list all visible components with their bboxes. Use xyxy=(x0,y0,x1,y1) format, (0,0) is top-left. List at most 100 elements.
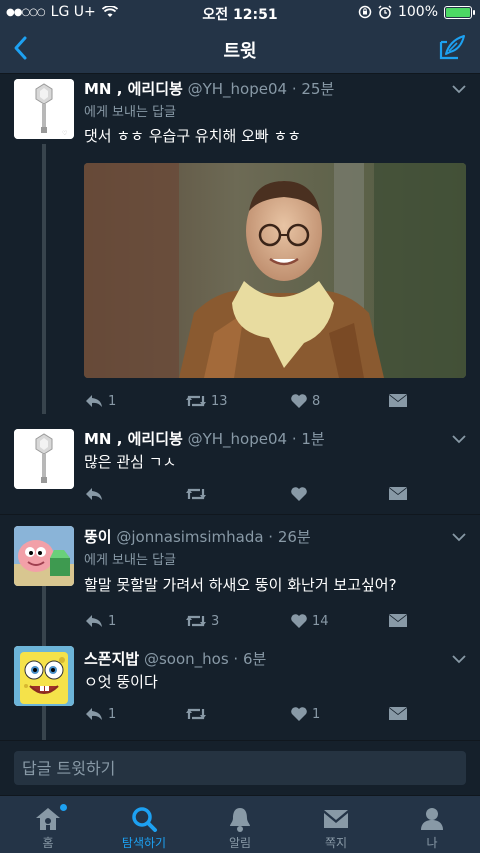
display-name[interactable]: MN , 에리디봉 xyxy=(84,80,183,98)
envelope-icon xyxy=(389,394,407,407)
handle-and-time: @soon_hos · 6분 xyxy=(143,650,267,668)
like-button[interactable]: 14 xyxy=(290,610,329,632)
reply-button[interactable]: 1 xyxy=(84,390,116,412)
retweet-icon xyxy=(186,615,206,627)
tab-notifications[interactable]: 알림 xyxy=(192,796,288,853)
search-icon xyxy=(132,807,157,832)
heart-icon xyxy=(291,394,307,408)
like-count: 8 xyxy=(312,393,321,409)
handle-and-time: @jonnasimsimhada · 26분 xyxy=(116,528,311,546)
tweet[interactable]: 스폰지밥 @soon_hos · 6분 ㅇ엇 뚱이다 1 1 xyxy=(0,644,480,740)
tweet[interactable]: MN , 에리디봉 @YH_hope04 · 1분 많은 관심 ㄱㅅ xyxy=(0,424,480,514)
reply-icon xyxy=(86,395,102,407)
reply-count: 1 xyxy=(108,613,117,629)
handle-and-time: @YH_hope04 · 1분 xyxy=(187,430,325,448)
envelope-icon xyxy=(389,614,407,627)
display-name[interactable]: 스폰지밥 xyxy=(84,650,139,668)
nav-bar: 트윗 xyxy=(0,24,480,74)
reply-button[interactable] xyxy=(84,483,104,505)
bottom-tab-bar: 홈 탐색하기 알림 쪽지 나 xyxy=(0,795,480,853)
rotation-lock-icon xyxy=(358,5,372,19)
thread-divider xyxy=(0,514,480,515)
tweet-actions: 1 13 8 xyxy=(84,390,424,412)
spongebob-avatar-image xyxy=(14,646,74,706)
retweet-button[interactable] xyxy=(185,483,207,505)
envelope-icon xyxy=(389,487,407,500)
tab-label: 쪽지 xyxy=(324,836,348,850)
reply-button[interactable]: 1 xyxy=(84,610,116,632)
tab-label: 홈 xyxy=(42,836,54,850)
dm-share-button[interactable] xyxy=(388,703,408,725)
tweet[interactable]: 뚱이 @jonnasimsimhada · 26분 에게 보내는 답글 할말 못… xyxy=(0,522,480,640)
retweet-icon xyxy=(186,708,206,720)
tweet-text: ㅇ엇 뚱이다 xyxy=(84,673,158,691)
heart-icon xyxy=(291,487,307,501)
tab-explore[interactable]: 탐색하기 xyxy=(96,796,192,853)
reply-icon xyxy=(86,615,102,627)
retweet-button[interactable]: 3 xyxy=(185,610,219,632)
tab-home[interactable]: 홈 xyxy=(0,796,96,853)
like-button[interactable]: 8 xyxy=(290,390,320,412)
retweet-button[interactable] xyxy=(185,703,207,725)
chevron-down-icon[interactable] xyxy=(452,434,466,444)
like-button[interactable]: 1 xyxy=(290,703,320,725)
battery-icon xyxy=(444,5,475,19)
tweet-actions: 1 1 xyxy=(84,703,424,725)
tweet-text: 많은 관심 ㄱㅅ xyxy=(84,453,177,471)
tweet-text: 할말 못할말 가려서 하새오 뚱이 화난거 보고싶어? xyxy=(84,576,397,594)
tab-profile[interactable]: 나 xyxy=(384,796,480,853)
display-name[interactable]: 뚱이 xyxy=(84,528,112,546)
heart-icon xyxy=(291,707,307,721)
reply-context: 에게 보내는 답글 xyxy=(84,105,176,120)
retweet-count: 3 xyxy=(211,613,220,629)
tab-label: 나 xyxy=(426,836,438,850)
envelope-icon xyxy=(324,810,348,828)
dm-share-button[interactable] xyxy=(388,390,408,412)
retweet-button[interactable]: 13 xyxy=(185,390,228,412)
tweet[interactable]: ♡ MN , 에리디봉 @YH_hope04 · 25분 에게 보내는 답글 댓… xyxy=(0,74,480,419)
reply-count: 1 xyxy=(108,393,117,409)
reply-context: 에게 보내는 답글 xyxy=(84,553,176,568)
alarm-icon xyxy=(378,5,392,19)
avatar[interactable]: ♡ xyxy=(14,79,74,139)
reply-button[interactable]: 1 xyxy=(84,703,116,725)
retweet-count: 13 xyxy=(211,393,228,409)
chevron-down-icon[interactable] xyxy=(452,532,466,542)
tab-label: 탐색하기 xyxy=(121,836,167,850)
heart-icon xyxy=(291,614,307,628)
tweet-actions xyxy=(84,483,424,505)
reply-input[interactable] xyxy=(14,751,466,785)
tweet-thread: ♡ MN , 에리디봉 @YH_hope04 · 25분 에게 보내는 답글 댓… xyxy=(0,74,480,740)
tweet-header: 뚱이 @jonnasimsimhada · 26분 xyxy=(84,526,311,547)
envelope-icon xyxy=(389,707,407,720)
tweet-photo[interactable] xyxy=(84,163,466,378)
display-name[interactable]: MN , 에리디봉 xyxy=(84,430,183,448)
retweet-icon xyxy=(186,395,206,407)
dm-share-button[interactable] xyxy=(388,610,408,632)
man-in-scarf-photo xyxy=(84,163,466,378)
battery-percent: 100% xyxy=(397,4,438,20)
tweet-text: 댓서 ㅎㅎ 우습구 유치해 오빠 ㅎㅎ xyxy=(84,127,302,145)
chevron-down-icon[interactable] xyxy=(452,654,466,664)
dm-share-button[interactable] xyxy=(388,483,408,505)
home-icon xyxy=(36,808,60,830)
reply-composer xyxy=(0,740,480,795)
chevron-down-icon[interactable] xyxy=(452,84,466,94)
avatar[interactable] xyxy=(14,526,74,586)
person-icon xyxy=(421,808,443,830)
tab-label: 알림 xyxy=(228,836,252,850)
tweet-header: MN , 에리디봉 @YH_hope04 · 25분 xyxy=(84,78,334,99)
avatar[interactable] xyxy=(14,429,74,489)
bell-icon xyxy=(230,808,250,832)
tab-messages[interactable]: 쪽지 xyxy=(288,796,384,853)
reply-count: 1 xyxy=(108,706,117,722)
page-title: 트윗 xyxy=(223,41,257,62)
handle-and-time: @YH_hope04 · 25분 xyxy=(187,80,335,98)
compose-tweet-icon[interactable] xyxy=(438,34,466,62)
avatar[interactable] xyxy=(14,646,74,706)
reply-icon xyxy=(86,488,102,500)
like-button[interactable] xyxy=(290,483,308,505)
like-count: 1 xyxy=(312,706,321,722)
notification-dot xyxy=(60,804,67,811)
reply-icon xyxy=(86,708,102,720)
